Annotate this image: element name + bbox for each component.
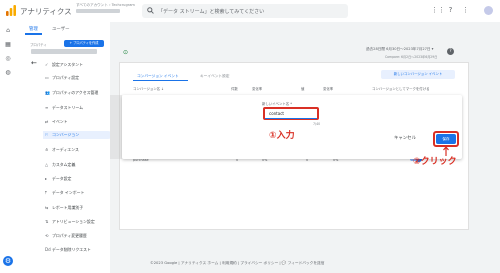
property-label: プロパティ (30, 43, 47, 47)
reports-icon[interactable]: ▦ (4, 41, 12, 49)
tab-admin[interactable]: 管理 (29, 26, 38, 32)
back-arrow-icon[interactable]: ← (31, 59, 37, 67)
nav-item-custom-definitions[interactable]: △ カスタム定義 (45, 161, 109, 169)
nav-item-icon: ⚐ (45, 132, 49, 137)
nav-item-label: プロパティ設定 (52, 75, 79, 80)
admin-gear-icon[interactable]: ⚙ (3, 256, 13, 266)
nav-item-label: データ インポート (52, 190, 85, 195)
column-header-name[interactable]: コンバージョン名 ↓ (133, 86, 164, 91)
nav-item-data-streams[interactable]: ≡ データストリーム (45, 104, 109, 112)
annotation-click: ②クリック (413, 157, 457, 167)
help-circle-icon[interactable]: ? (447, 48, 454, 55)
nav-item-label: データ削除リクエスト (52, 247, 91, 252)
nav-item-label: イベント (52, 119, 68, 124)
nav-item-icon: Dd (45, 247, 51, 252)
column-header-value-change[interactable]: 変化率 (323, 86, 333, 91)
column-header-value[interactable]: 値 (301, 86, 304, 91)
nav-item-label: データ設定 (52, 176, 72, 181)
dialog-backdrop (110, 95, 122, 159)
analytics-logo[interactable] (6, 5, 16, 16)
nav-item-label: コンバージョン (52, 132, 80, 137)
event-name-value: contact (269, 111, 284, 116)
account-breadcrumb[interactable]: すべてのアカウント › Techcrugram (76, 3, 135, 14)
event-name-label: 新しいイベント名 * (262, 102, 292, 106)
home-icon[interactable]: ⌂ (4, 27, 12, 35)
nav-item-change-history[interactable]: ⟲ プロパティ変更履歴 (45, 232, 109, 240)
nav-item-data-import[interactable]: ⤒ データ インポート (45, 189, 109, 197)
nav-item-attribution-settings[interactable]: ⇅ アトリビューション設定 (45, 218, 109, 226)
active-tab-indicator (25, 33, 42, 35)
tab-key-events[interactable]: キーイベント設定 (200, 74, 230, 79)
nav-item-events[interactable]: ⇄ イベント (45, 118, 109, 126)
nav-item-icon: ⟲ (45, 233, 49, 238)
nav-item-icon: ≗ (45, 147, 49, 152)
search-placeholder: 「データ ストリーム」と検索してみてください (158, 9, 265, 15)
avatar[interactable] (484, 6, 493, 15)
nav-item-reporting-identity[interactable]: ⇆ レポート用識別子 (45, 204, 109, 212)
nav-item-data-settings[interactable]: ▸ データ設定 (45, 175, 109, 183)
nav-item-label: 設定アシスタント (52, 62, 83, 67)
input-focus-underline (265, 118, 317, 119)
nav-item-icon: 👥 (45, 90, 50, 95)
nav-item-icon: ⤒ (45, 190, 47, 195)
nav-item-label: カスタム定義 (52, 162, 76, 167)
advertising-icon[interactable]: ◍ (4, 69, 12, 77)
nav-item-data-deletion[interactable]: Ddデータ削除リクエスト (45, 246, 109, 254)
column-header-count[interactable]: 件数 (231, 86, 238, 91)
nav-item-icon: △ (45, 162, 49, 167)
property-selector[interactable] (31, 49, 97, 54)
tab-conversion-events[interactable]: コンバージョン イベント (137, 74, 179, 79)
more-options-icon[interactable]: ⋮ (461, 6, 470, 15)
nav-item-icon: ⇄ (45, 119, 49, 124)
status-check-icon[interactable]: ⊙ (123, 49, 128, 56)
nav-item-icon: ⇅ (45, 219, 49, 224)
save-button[interactable]: 保存 (436, 134, 456, 144)
account-name-redacted (76, 8, 120, 13)
nav-item-icon: ▭ (45, 75, 49, 80)
new-event-dialog (122, 95, 462, 159)
nav-item-conversions[interactable]: ⚐ コンバージョン (43, 131, 112, 139)
account-crumb-text: すべてのアカウント › Techcrugram (76, 3, 135, 7)
nav-item-access-management[interactable]: 👥 プロパティのアクセス管理 (45, 89, 109, 97)
nav-item-label: プロパティ変更履歴 (52, 233, 87, 238)
nav-item-property-settings[interactable]: ▭ プロパティ設定 (45, 74, 109, 82)
create-property-button[interactable]: + プロパティを作成 (64, 40, 104, 47)
nav-item-label: データストリーム (52, 105, 84, 110)
cancel-button[interactable]: キャンセル (394, 135, 416, 141)
nav-item-icon: ✓ (45, 62, 49, 67)
column-header-change[interactable]: 変化率 (252, 86, 262, 91)
tab-user[interactable]: ユーザー (52, 26, 69, 32)
date-compare-text: Compare: 6月2日〜2023年6月29日 (385, 55, 438, 59)
date-range-selector[interactable]: 過去28日間 6月30日〜2023年7月27日 ▾ (366, 47, 433, 52)
card-tab-indicator (133, 80, 188, 81)
app-name: アナリティクス (20, 7, 72, 16)
nav-item-label: アトリビューション設定 (52, 219, 95, 224)
nav-item-setup-assistant[interactable]: ✓ 設定アシスタント (45, 61, 109, 69)
footer-links[interactable]: ©2023 Google | アナリティクス ホーム | 利用規約 | プライバ… (150, 261, 324, 266)
help-icon[interactable]: ? (446, 6, 455, 15)
apps-grid-icon[interactable]: ⋮⋮ (431, 6, 445, 15)
nav-item-audiences[interactable]: ≗ オーディエンス (45, 146, 109, 154)
nav-item-icon: ▸ (45, 176, 48, 181)
explore-icon[interactable]: ◎ (4, 55, 12, 63)
character-counter: 7/40 (313, 122, 321, 126)
nav-item-label: オーディエンス (52, 147, 79, 152)
nav-item-label: レポート用識別子 (52, 205, 84, 210)
nav-item-icon: ⇆ (45, 205, 49, 210)
column-header-mark-conversion: コンバージョンとしてマークを付ける (372, 87, 430, 91)
new-conversion-event-button[interactable]: 新しいコンバージョン イベント (381, 70, 455, 79)
annotation-input: ①入力 (269, 131, 295, 141)
search-icon (147, 7, 154, 14)
nav-item-label: プロパティのアクセス管理 (52, 90, 99, 95)
nav-item-icon: ≡ (45, 105, 49, 110)
